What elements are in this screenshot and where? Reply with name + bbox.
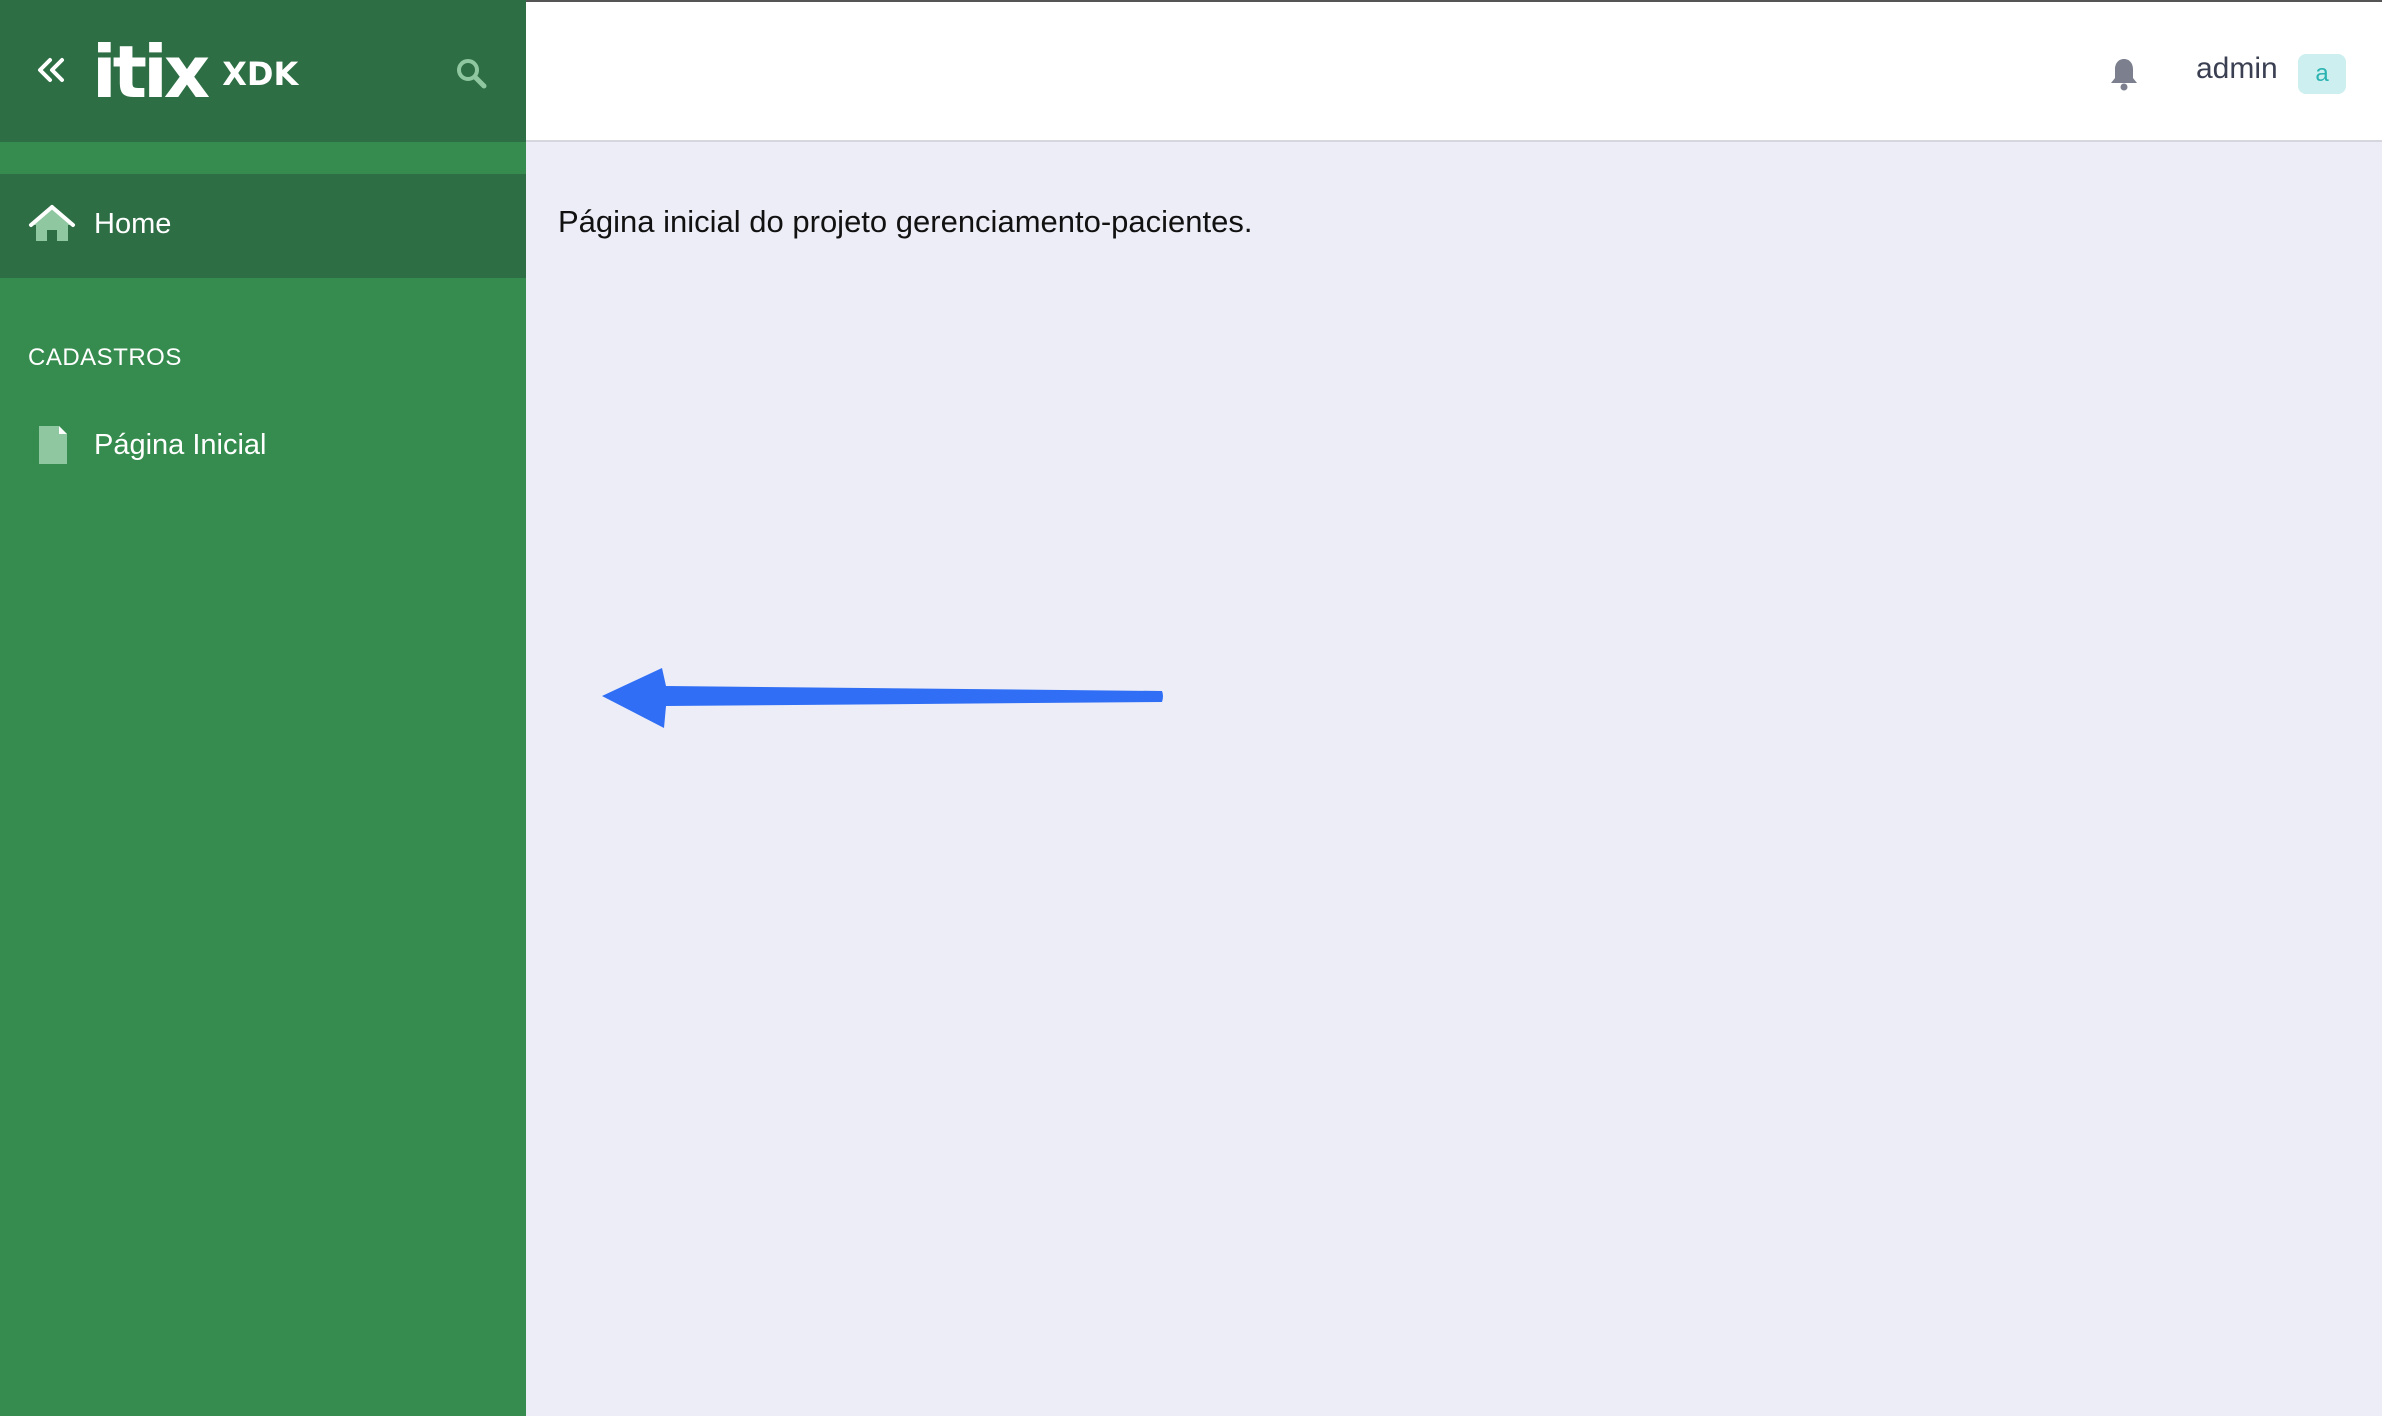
home-icon (29, 205, 75, 241)
logo-mark: itix (92, 30, 210, 114)
notifications-button[interactable] (2108, 56, 2140, 92)
file-icon (39, 426, 67, 464)
page-description: Página inicial do projeto gerenciamento-… (558, 204, 1253, 239)
avatar[interactable]: a (2298, 54, 2346, 94)
bell-icon (2111, 59, 2137, 91)
sidebar-search-button[interactable] (454, 56, 488, 90)
product-name: XDK (222, 55, 299, 93)
sidebar-header: itix XDK (0, 0, 526, 142)
section-title-cadastros: CADASTROS (28, 344, 182, 371)
collapse-sidebar-button[interactable] (30, 52, 70, 88)
sidebar-item-home[interactable]: Home (0, 174, 526, 278)
brand-logo[interactable]: itix XDK (92, 30, 299, 114)
user-name[interactable]: admin (2196, 52, 2278, 86)
sidebar-item-pagina-inicial[interactable]: Página Inicial (0, 412, 526, 476)
sidebar: itix XDK Home CADASTROS Página Inicial (0, 0, 526, 1416)
top-bar: admin a (526, 0, 2382, 142)
double-chevron-left-icon (38, 58, 64, 82)
search-icon (457, 59, 487, 89)
arrow-annotation (602, 668, 1163, 728)
app-window: itix XDK Home CADASTROS Página Inicial a… (0, 0, 2382, 1416)
sidebar-item-label: Home (94, 208, 172, 240)
sidebar-item-label: Página Inicial (94, 429, 267, 461)
